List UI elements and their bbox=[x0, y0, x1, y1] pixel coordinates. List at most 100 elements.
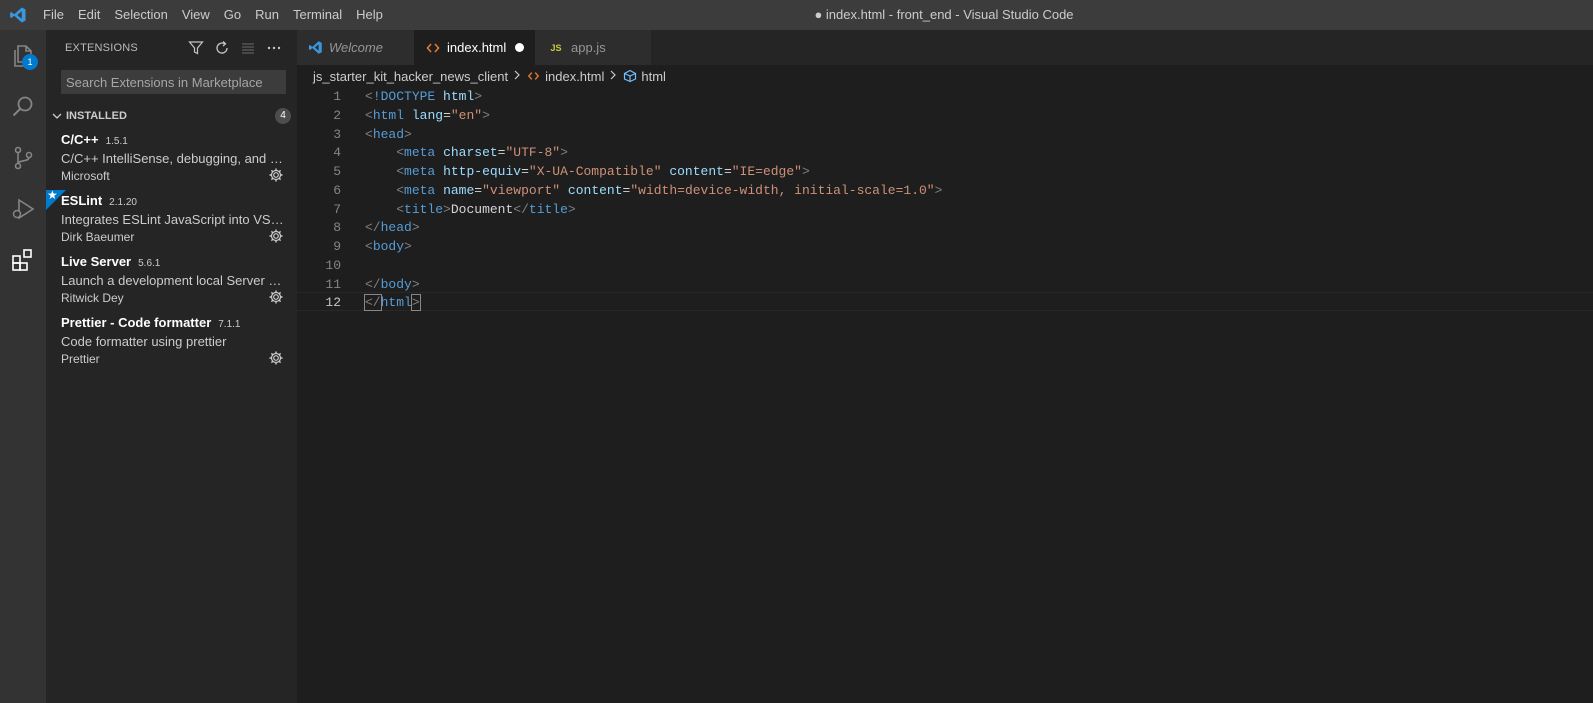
code-line[interactable]: 11 </body> bbox=[297, 275, 1593, 294]
menu-selection[interactable]: Selection bbox=[107, 0, 174, 30]
line-number: 3 bbox=[333, 126, 341, 142]
extension-description: C/C++ IntelliSense, debugging, and code … bbox=[61, 151, 286, 166]
code-line[interactable]: 9 <body> bbox=[297, 237, 1593, 256]
code-token: > bbox=[404, 126, 412, 142]
code-token: head bbox=[372, 126, 405, 142]
extension-item[interactable]: Live Server 5.6.1 Launch a development l… bbox=[46, 251, 297, 312]
menu-file[interactable]: File bbox=[36, 0, 71, 30]
breadcrumb-folder[interactable]: js_starter_kit_hacker_news_client bbox=[313, 69, 508, 84]
code-line[interactable]: 4 <meta charset="UTF-8"> bbox=[297, 143, 1593, 162]
code-token: = bbox=[474, 182, 483, 198]
menu-go[interactable]: Go bbox=[217, 0, 248, 30]
extension-version: 2.1.20 bbox=[109, 197, 137, 208]
gear-icon[interactable] bbox=[268, 289, 284, 305]
code-line[interactable]: 5 <meta http-equiv="X-UA-Compatible" con… bbox=[297, 162, 1593, 181]
code-token: title bbox=[404, 201, 444, 217]
code-token: title bbox=[528, 201, 568, 217]
chevron-right-icon bbox=[609, 69, 617, 83]
code-token: charset bbox=[443, 145, 498, 161]
unsaved-dot-icon[interactable] bbox=[515, 43, 524, 52]
extension-name: Prettier - Code formatter bbox=[61, 315, 212, 330]
code-token: </ bbox=[364, 294, 382, 312]
code-line[interactable]: 12 </html> bbox=[297, 292, 1593, 312]
gear-icon[interactable] bbox=[268, 167, 284, 183]
code-token: http-equiv bbox=[443, 164, 522, 179]
refresh-icon bbox=[216, 40, 228, 54]
code-token: < bbox=[396, 182, 405, 198]
menu-help[interactable]: Help bbox=[349, 0, 390, 30]
code-token: content bbox=[669, 164, 724, 179]
filter-button[interactable] bbox=[183, 37, 209, 59]
extension-item[interactable]: Prettier - Code formatter 7.1.1 Code for… bbox=[46, 312, 297, 373]
extensions-button[interactable] bbox=[0, 234, 46, 285]
menu-edit[interactable]: Edit bbox=[71, 0, 107, 30]
explorer-badge: 1 bbox=[22, 54, 38, 70]
clear-list-icon bbox=[242, 42, 254, 54]
explorer-button[interactable]: 1 bbox=[0, 30, 46, 81]
sidebar-title: EXTENSIONS bbox=[65, 41, 138, 54]
code-line[interactable]: 2 <html lang="en"> bbox=[297, 106, 1593, 125]
html-file-icon bbox=[527, 72, 540, 80]
line-number: 5 bbox=[333, 164, 341, 179]
extension-name: Live Server bbox=[61, 254, 132, 269]
code-token: "viewport" bbox=[482, 182, 561, 198]
code-token: > bbox=[443, 201, 451, 217]
extension-item[interactable]: ★ ESLint 2.1.20 Integrates ESLint JavaSc… bbox=[46, 188, 297, 251]
refresh-button[interactable] bbox=[209, 37, 235, 59]
code-token: meta bbox=[404, 164, 436, 179]
run-debug-button[interactable] bbox=[0, 183, 46, 234]
menu-view[interactable]: View bbox=[175, 0, 217, 30]
code-line[interactable]: 7 <title>Document</title> bbox=[297, 200, 1593, 219]
search-button[interactable] bbox=[0, 81, 46, 132]
code-token: meta bbox=[404, 182, 436, 198]
chevron-right-icon bbox=[513, 69, 521, 83]
gear-icon[interactable] bbox=[268, 350, 284, 366]
extension-publisher: Ritwick Dey bbox=[61, 291, 124, 305]
code-text: </head> bbox=[365, 218, 420, 237]
activity-bar: 1 bbox=[0, 30, 46, 703]
tab-label: Welcome bbox=[329, 40, 383, 55]
code-token: > bbox=[560, 145, 568, 161]
code-token: > bbox=[410, 294, 421, 312]
more-actions-button[interactable] bbox=[261, 37, 287, 59]
source-control-button[interactable] bbox=[0, 132, 46, 183]
tab-index-html[interactable]: index.html bbox=[414, 30, 535, 65]
tab-welcome[interactable]: Welcome bbox=[297, 30, 414, 65]
menu-terminal[interactable]: Terminal bbox=[286, 0, 349, 30]
extensions-search-input[interactable] bbox=[61, 70, 286, 94]
code-token: > bbox=[801, 164, 810, 179]
code-line[interactable]: 6 <meta name="viewport" content="width=d… bbox=[297, 181, 1593, 200]
code-token: Document bbox=[450, 201, 514, 217]
breadcrumb-file-label: index.html bbox=[545, 68, 605, 84]
code-line[interactable]: 1 <!DOCTYPE html> bbox=[297, 87, 1593, 106]
code-token: < bbox=[396, 201, 405, 217]
menu-bar: File Edit Selection View Go Run Terminal Help bbox=[36, 0, 390, 30]
breadcrumb-file[interactable]: index.html bbox=[527, 69, 604, 84]
gear-icon[interactable] bbox=[268, 228, 284, 244]
star-icon: ★ bbox=[47, 188, 58, 202]
extension-name: C/C++ bbox=[61, 132, 99, 147]
menu-run[interactable]: Run bbox=[248, 0, 286, 30]
extension-name: ESLint bbox=[61, 193, 103, 208]
code-token: body bbox=[380, 276, 412, 292]
tab-app-js[interactable]: JS app.js bbox=[535, 30, 651, 65]
extension-item[interactable]: C/C++ 1.5.1 C/C++ IntelliSense, debuggin… bbox=[46, 129, 297, 190]
code-token: </ bbox=[513, 201, 529, 217]
code-editor[interactable]: 1 <!DOCTYPE html> 2 <html lang="en"> 3 <head>… bbox=[297, 87, 1593, 703]
code-line[interactable]: 3 <head> bbox=[297, 125, 1593, 144]
installed-section-header[interactable]: INSTALLED 4 bbox=[46, 105, 297, 127]
code-line[interactable]: 10 bbox=[297, 256, 1593, 275]
extension-description: Launch a development local Server with l… bbox=[61, 273, 286, 288]
breadcrumb-symbol[interactable]: html bbox=[623, 69, 666, 84]
code-text: <html lang="en"> bbox=[365, 106, 490, 125]
line-number: 7 bbox=[333, 201, 341, 217]
vscode-logo-icon bbox=[0, 0, 36, 30]
code-token: "en" bbox=[450, 107, 483, 123]
code-line[interactable]: 8 </head> bbox=[297, 218, 1593, 237]
clear-button[interactable] bbox=[235, 37, 261, 59]
extension-description: Integrates ESLint JavaScript into VS Cod… bbox=[61, 212, 286, 227]
code-token: > bbox=[474, 89, 483, 104]
ellipsis-icon bbox=[267, 46, 281, 49]
editor-tabs: Welcome index.html JS app.js bbox=[297, 30, 1593, 65]
